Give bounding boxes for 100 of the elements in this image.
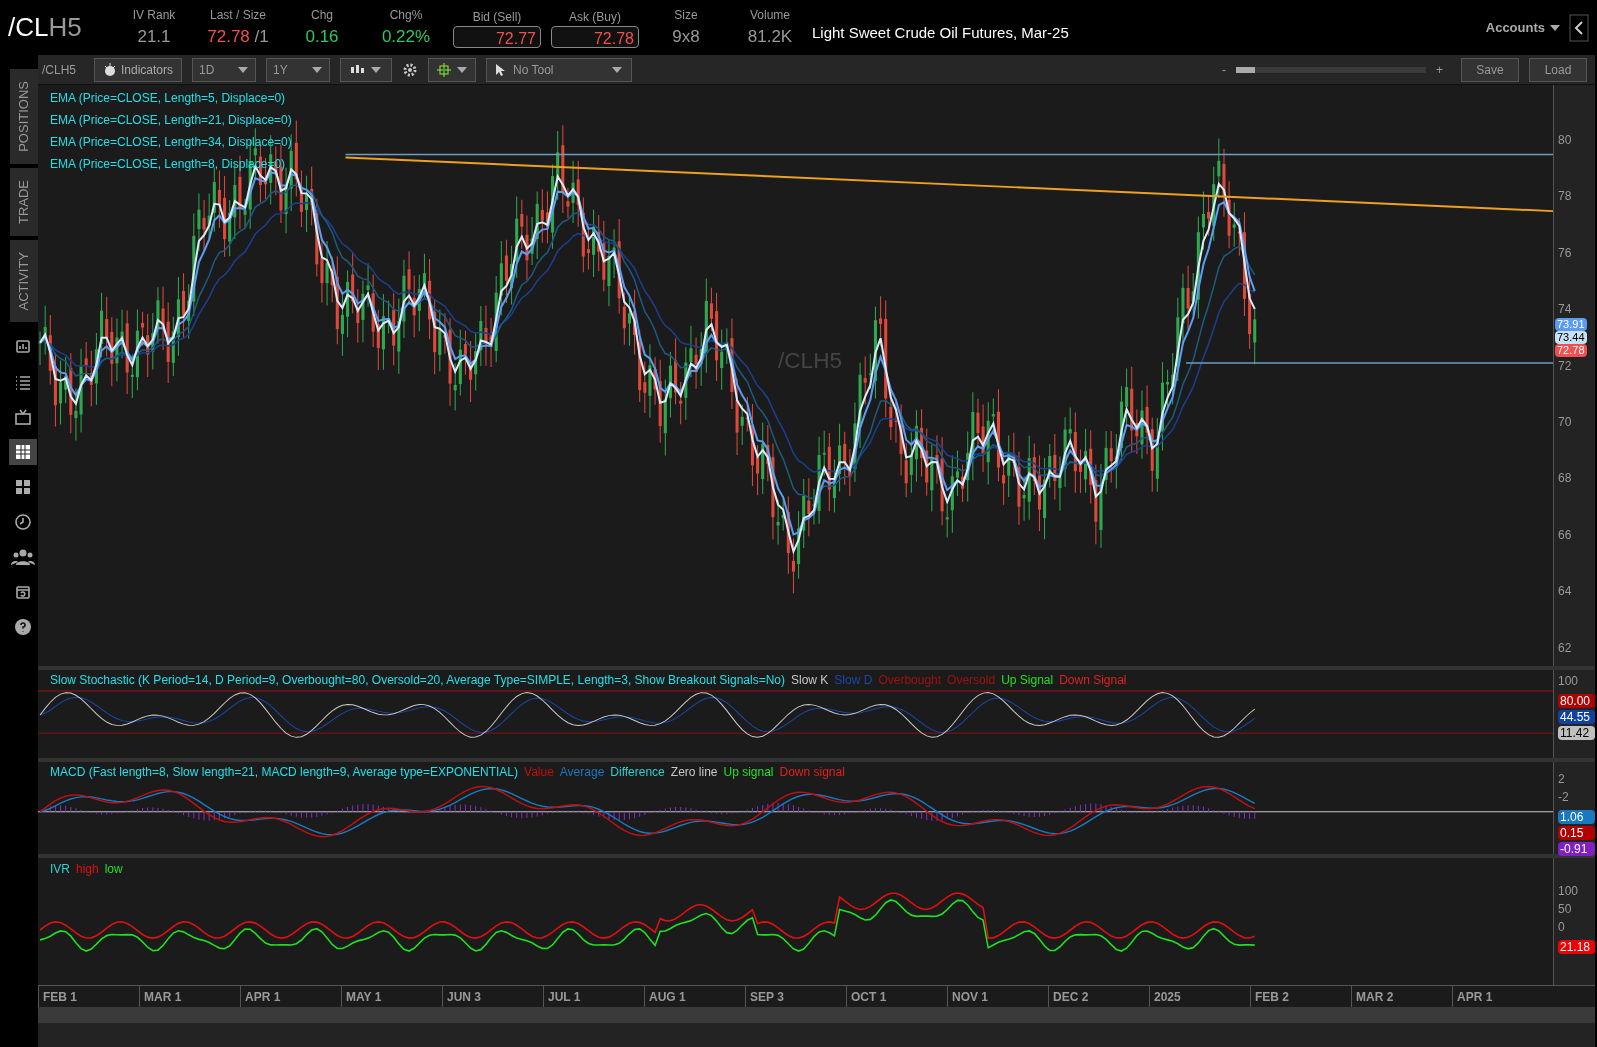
quote-value: 21.1 [137, 25, 171, 48]
tool-dropdown[interactable]: No Tool [486, 57, 633, 82]
quote-label: Last / Size [210, 6, 266, 24]
price-label: 73.44 [1555, 331, 1587, 344]
legend-label: Overbought [878, 672, 942, 689]
price-label: 73.91 [1555, 318, 1587, 331]
caret-icon [237, 65, 250, 74]
legend-label: Down Signal [1059, 672, 1127, 689]
axis-label: 66 [1558, 526, 1572, 543]
zoom-out-label[interactable]: - [1222, 60, 1226, 79]
clock-icon [14, 513, 32, 532]
calendar-icon [14, 583, 32, 602]
quote-field: 72.77 [453, 25, 541, 48]
price-label: 80.00 [1558, 694, 1595, 708]
axis-label: 72 [1558, 357, 1572, 374]
drawing-tools-button[interactable] [428, 57, 477, 82]
grid-icon [14, 478, 32, 497]
side-tab[interactable]: TRADE [10, 167, 38, 236]
legend-label: IVR [50, 861, 70, 878]
quote-label: Bid (Sell) [472, 8, 522, 26]
axis-label: 100 [1558, 883, 1580, 900]
legend-label: Up Signal [1001, 672, 1054, 689]
price-label: 72.78 [1555, 344, 1587, 357]
quote-value: 0.22% [381, 25, 431, 48]
axis-label: 76 [1558, 244, 1572, 261]
quote-value: 72.78 /1 [207, 25, 269, 48]
axis-label: 80 [1558, 132, 1572, 148]
save-button[interactable]: Save [1461, 57, 1519, 82]
pointer-icon [495, 62, 506, 77]
study-label: EMA (Price=CLOSE, Length=5, Displace=0) [50, 90, 287, 107]
price-label: 0.15 [1558, 826, 1595, 840]
price-label: 1.06 [1558, 810, 1595, 824]
axis-label: 74 [1558, 301, 1572, 318]
quote-value: 0.16 [305, 25, 339, 48]
axis-label: 68 [1558, 470, 1572, 487]
quote-label: Ask (Buy) [569, 8, 621, 26]
crosshair-icon [436, 61, 453, 78]
quote-label: Chg [311, 6, 333, 24]
candles-icon [350, 63, 367, 76]
side-tab[interactable]: ACTIVITY [10, 239, 38, 323]
help-icon [14, 618, 32, 637]
study-label: EMA (Price=CLOSE, Length=21, Displace=0) [50, 112, 292, 129]
axis-label: 64 [1558, 583, 1572, 600]
accounts-button[interactable]: Accounts [1485, 17, 1561, 38]
caret-icon [311, 65, 324, 74]
price-label: -0.91 [1558, 842, 1595, 856]
caret-icon [370, 65, 383, 74]
axis-label: 70 [1558, 413, 1572, 430]
caret-icon [1549, 23, 1561, 32]
price-label: 11.42 [1558, 726, 1595, 740]
symbol-label: /CLH5 [42, 61, 77, 79]
quote-label: Chg% [389, 6, 423, 24]
sidebar-icon-button[interactable] [9, 439, 37, 466]
axis-label: 0 [1558, 919, 1566, 936]
people-icon [11, 548, 35, 567]
dropdown[interactable]: 1D [192, 57, 257, 82]
load-button[interactable]: Load [1529, 57, 1587, 82]
list-icon [14, 373, 32, 392]
indicators-button[interactable]: Indicators [94, 57, 183, 82]
legend-label: Slow K [791, 672, 829, 689]
axis-label: 62 [1558, 639, 1572, 656]
dropdown[interactable]: 1Y [266, 57, 331, 82]
legend-label: Average [559, 764, 605, 781]
axis-label: -2 [1558, 789, 1570, 806]
symbol-title: /CLH5 [8, 11, 83, 44]
description: Light Sweet Crude Oil Futures, Mar-25 [812, 23, 1069, 44]
axis-label: 50 [1558, 901, 1573, 918]
quote-value: 9x8 [672, 25, 700, 48]
legend-label: Zero line [670, 764, 718, 781]
quote-label: Volume [750, 6, 790, 24]
legend-label: Difference [610, 764, 665, 781]
legend-label: Down signal [779, 764, 845, 781]
legend-label: Slow D [834, 672, 873, 689]
slider-thumb[interactable] [1236, 66, 1255, 73]
axis-label: 100 [1558, 673, 1580, 690]
legend-label: low [104, 861, 123, 878]
axis-label: 78 [1558, 188, 1572, 205]
quote-field: 72.78 [551, 25, 639, 48]
collapse-icon[interactable] [1569, 13, 1589, 42]
chart-grid-icon [14, 443, 32, 462]
tv-icon [14, 408, 32, 427]
study-label: MACD (Fast length=8, Slow length=21, MACD length=9, Average type=EXPONENTIAL) [50, 764, 518, 781]
chart-style-button[interactable] [340, 57, 393, 82]
legend-label: Value [524, 764, 554, 781]
quote-value: 81.2K [747, 25, 793, 48]
legend-label: high [76, 861, 99, 878]
quote-label: Size [674, 6, 698, 24]
legend-label: Oversold [947, 672, 996, 689]
legend-label: Up signal [723, 764, 774, 781]
zoom-slider[interactable] [1236, 66, 1426, 73]
settings-icon[interactable] [402, 61, 419, 78]
price-label: 44.55 [1558, 710, 1595, 724]
side-tab[interactable]: POSITIONS [10, 69, 38, 164]
quote-label: IV Rank [132, 6, 176, 24]
study-label: Slow Stochastic (K Period=14, D Period=9, Overbought=80, Oversold=20, Average Type=SIMPLE, Length=3, Show Breakout Signals=No) [50, 672, 785, 689]
caret-icon [611, 65, 624, 74]
zoom-in-label[interactable]: + [1436, 60, 1443, 79]
axis-label: 2 [1558, 771, 1566, 788]
price-label: 21.18 [1558, 940, 1595, 954]
scrollbar[interactable] [38, 1007, 1595, 1023]
